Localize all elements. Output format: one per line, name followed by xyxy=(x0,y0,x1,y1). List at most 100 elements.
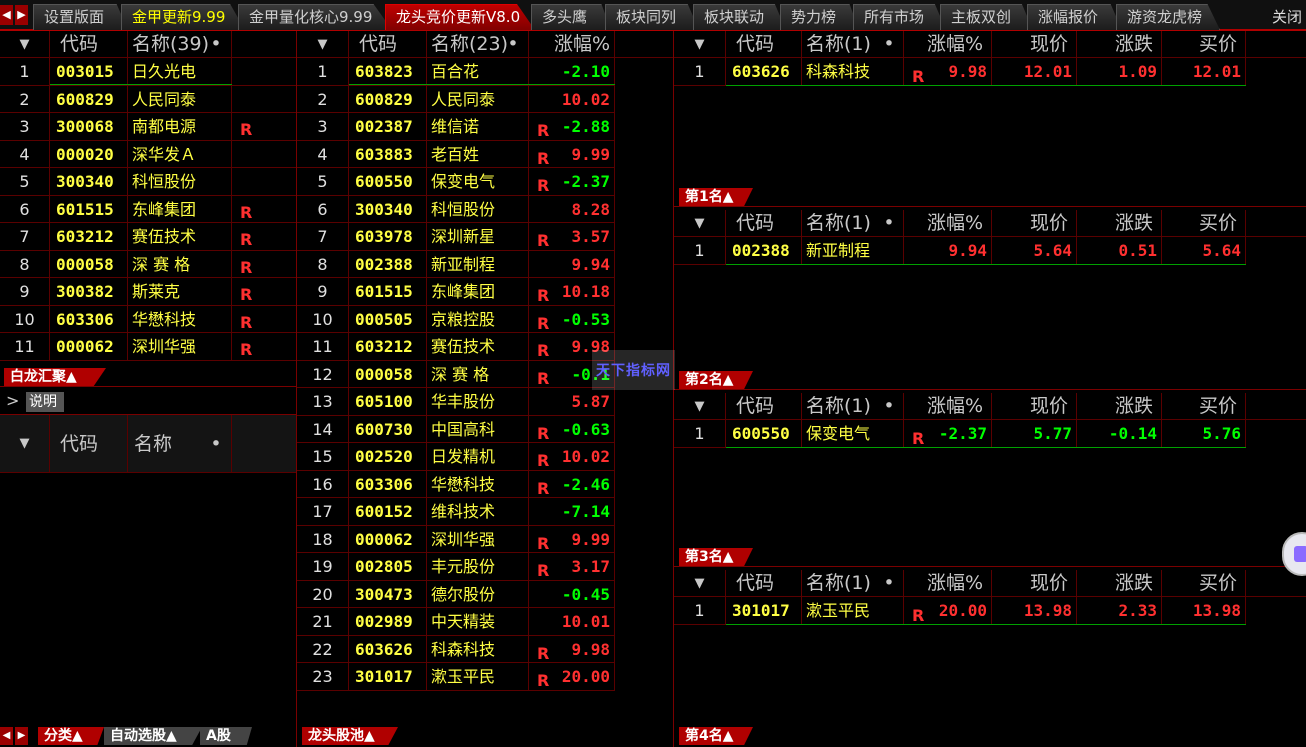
table-row[interactable]: 4 603883 老百姓 R 9.99 xyxy=(297,140,615,168)
column-header-code[interactable]: 代码 xyxy=(726,570,802,597)
table-row[interactable]: 9 601515 东峰集团 R 10.18 xyxy=(297,278,615,306)
column-header-price[interactable]: 现价 xyxy=(992,31,1077,58)
tab-9[interactable]: 所有市场 xyxy=(853,4,946,30)
table-row[interactable]: 10 603306 华懋科技 R xyxy=(0,305,296,333)
column-header-sort[interactable]: ▼ xyxy=(674,31,726,58)
table-row[interactable]: 16 603306 华懋科技 R -2.46 xyxy=(297,470,615,498)
column-header-change[interactable]: 涨幅% xyxy=(904,210,992,237)
tab-3[interactable]: 金甲量化核心9.99 xyxy=(238,4,392,30)
table-row[interactable]: 11 000062 深圳华强 R xyxy=(0,333,296,361)
tab-scroll-right-icon[interactable]: ▶ xyxy=(15,5,28,25)
table-row[interactable]: 11 603212 赛伍技术 R 9.98 xyxy=(297,333,615,361)
column-header-code[interactable]: 代码 xyxy=(726,210,802,237)
column-header-dot[interactable]: • xyxy=(874,393,904,420)
column-header-dot[interactable]: • xyxy=(874,31,904,58)
tab-5[interactable]: 多头鹰 xyxy=(531,4,611,30)
tab-8[interactable]: 势力榜 xyxy=(780,4,859,30)
table-row[interactable]: 4 000020 深华发Ａ xyxy=(0,140,296,168)
table-row[interactable]: 22 603626 科森科技 R 9.98 xyxy=(297,635,615,663)
tab-scroll-left-icon[interactable]: ◀ xyxy=(0,5,13,25)
bottom-scroll-right-icon[interactable]: ▶ xyxy=(15,727,28,745)
column-header-bid[interactable]: 买价 xyxy=(1162,210,1246,237)
sub-sort-toggle[interactable]: ▼ xyxy=(0,415,50,473)
table-row[interactable]: 8 000058 深 赛 格 R xyxy=(0,250,296,278)
column-header-dot[interactable]: • xyxy=(874,210,904,237)
close-button[interactable]: 关闭 xyxy=(1267,6,1306,27)
tab-10[interactable]: 主板双创 xyxy=(940,4,1033,30)
column-header-delta[interactable]: 涨跌 xyxy=(1077,570,1162,597)
expand-chevron-icon[interactable]: > xyxy=(6,391,19,410)
column-header-sort[interactable]: ▼ xyxy=(674,570,726,597)
table-row[interactable]: 5 300340 科恒股份 xyxy=(0,168,296,196)
table-row[interactable]: 9 300382 斯莱克 R xyxy=(0,278,296,306)
table-row[interactable]: 7 603212 赛伍技术 R xyxy=(0,223,296,251)
column-header-change[interactable]: 涨幅% xyxy=(529,31,615,58)
column-header-delta[interactable]: 涨跌 xyxy=(1077,210,1162,237)
sort-toggle[interactable]: ▼ xyxy=(0,31,50,58)
column-header-bid[interactable]: 买价 xyxy=(1162,393,1246,420)
bottom-tab-3[interactable]: A股 xyxy=(200,727,252,745)
table-row[interactable]: 10 000505 京粮控股 R -0.53 xyxy=(297,305,615,333)
table-row[interactable]: 13 605100 华丰股份 5.87 xyxy=(297,388,615,416)
table-row[interactable]: 12 000058 深 赛 格 R -0.1 xyxy=(297,360,615,388)
column-header-code[interactable]: 代码 xyxy=(349,31,427,58)
table-row[interactable]: 19 002805 丰元股份 R 3.17 xyxy=(297,553,615,581)
table-row[interactable]: 7 603978 深圳新星 R 3.57 xyxy=(297,223,615,251)
column-header-dot[interactable]: • xyxy=(874,570,904,597)
column-header-delta[interactable]: 涨跌 xyxy=(1077,393,1162,420)
table-row[interactable]: 18 000062 深圳华强 R 9.99 xyxy=(297,525,615,553)
table-row[interactable]: 6 601515 东峰集团 R xyxy=(0,195,296,223)
column-header-price[interactable]: 现价 xyxy=(992,210,1077,237)
sub-column-header-code[interactable]: 代码 xyxy=(50,415,128,473)
bottom-tab-2[interactable]: 自动选股▲ xyxy=(104,727,202,745)
column-header-dot[interactable]: • xyxy=(200,31,232,58)
table-row[interactable]: 17 600152 维科技术 -7.14 xyxy=(297,498,615,526)
ranking-row[interactable]: 1 600550 保变电气 R -2.37 5.77 -0.14 5.76 xyxy=(674,420,1246,448)
column-header-dot[interactable]: • xyxy=(497,31,529,58)
column-header-change[interactable]: 涨幅% xyxy=(904,31,992,58)
bottom-scroll-left-icon[interactable]: ◀ xyxy=(0,727,13,745)
tab-4[interactable]: 龙头竞价更新V8.0 xyxy=(385,4,535,30)
column-header-sort[interactable]: ▼ xyxy=(674,393,726,420)
column-header-sort[interactable]: ▼ xyxy=(674,210,726,237)
column-header-code[interactable]: 代码 xyxy=(50,31,128,58)
column-header-change[interactable]: 涨幅% xyxy=(904,393,992,420)
table-row[interactable]: 23 301017 漱玉平民 R 20.00 xyxy=(297,663,615,691)
rank-label-3[interactable]: 第3名▲ xyxy=(679,548,753,566)
column-header-bid[interactable]: 买价 xyxy=(1162,570,1246,597)
table-row[interactable]: 2 600829 人民同泰 xyxy=(0,85,296,113)
table-row[interactable]: 8 002388 新亚制程 9.94 xyxy=(297,250,615,278)
rank-label-1[interactable]: 第1名▲ xyxy=(679,188,753,206)
ranking-row[interactable]: 1 603626 科森科技 R 9.98 12.01 1.09 12.01 xyxy=(674,58,1246,86)
table-row[interactable]: 2 600829 人民同泰 10.02 xyxy=(297,85,615,113)
bottom-tab-1[interactable]: 分类▲ xyxy=(38,727,104,745)
column-header-delta[interactable]: 涨跌 xyxy=(1077,31,1162,58)
sub-column-header-dot[interactable]: • xyxy=(200,415,232,473)
rank-label-4[interactable]: 第4名▲ xyxy=(679,727,753,745)
tab-2[interactable]: 金甲更新9.99 xyxy=(121,4,245,30)
tab-12[interactable]: 游资龙虎榜 xyxy=(1116,4,1220,30)
explain-button[interactable]: 说明 xyxy=(26,392,64,412)
table-row[interactable]: 5 600550 保变电气 R -2.37 xyxy=(297,168,615,196)
column-header-bid[interactable]: 买价 xyxy=(1162,31,1246,58)
table-row[interactable]: 1 603823 百合花 -2.10 xyxy=(297,58,615,86)
ranking-row[interactable]: 1 002388 新亚制程 9.94 5.64 0.51 5.64 xyxy=(674,237,1246,265)
table-row[interactable]: 6 300340 科恒股份 8.28 xyxy=(297,195,615,223)
bottom-tab-dragon-pool[interactable]: 龙头股池▲ xyxy=(302,727,398,745)
table-row[interactable]: 15 002520 日发精机 R 10.02 xyxy=(297,443,615,471)
sort-toggle[interactable]: ▼ xyxy=(297,31,349,58)
column-header-price[interactable]: 现价 xyxy=(992,393,1077,420)
table-row[interactable]: 14 600730 中国高科 R -0.63 xyxy=(297,415,615,443)
tab-11[interactable]: 涨幅报价 xyxy=(1027,4,1122,30)
column-header-code[interactable]: 代码 xyxy=(726,31,802,58)
tab-scroll-arrows[interactable]: ◀ ▶ xyxy=(0,5,30,25)
column-header-change[interactable]: 涨幅% xyxy=(904,570,992,597)
table-row[interactable]: 21 002989 中天精装 10.01 xyxy=(297,608,615,636)
section-label-bailong[interactable]: 白龙汇聚▲ xyxy=(4,368,106,386)
ranking-row[interactable]: 1 301017 漱玉平民 R 20.00 13.98 2.33 13.98 xyxy=(674,597,1246,625)
table-row[interactable]: 3 002387 维信诺 R -2.88 xyxy=(297,113,615,141)
tab-1[interactable]: 设置版面 xyxy=(33,4,128,30)
table-row[interactable]: 20 300473 德尔股份 -0.45 xyxy=(297,580,615,608)
bottom-scroll-arrows[interactable]: ◀ ▶ xyxy=(0,727,30,745)
column-header-code[interactable]: 代码 xyxy=(726,393,802,420)
